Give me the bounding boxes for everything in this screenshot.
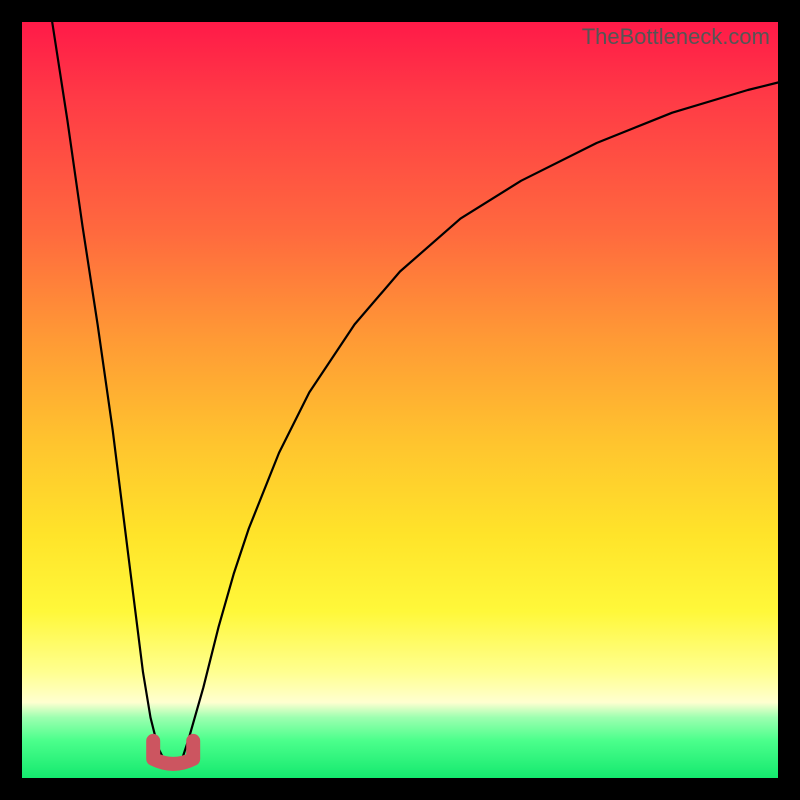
right-branch-curve [181,83,778,763]
plot-area: TheBottleneck.com [22,22,778,778]
u-marker [153,741,193,764]
watermark-text: TheBottleneck.com [582,24,770,50]
image-frame: TheBottleneck.com [0,0,800,800]
left-branch-curve [52,22,165,763]
chart-svg [22,22,778,778]
